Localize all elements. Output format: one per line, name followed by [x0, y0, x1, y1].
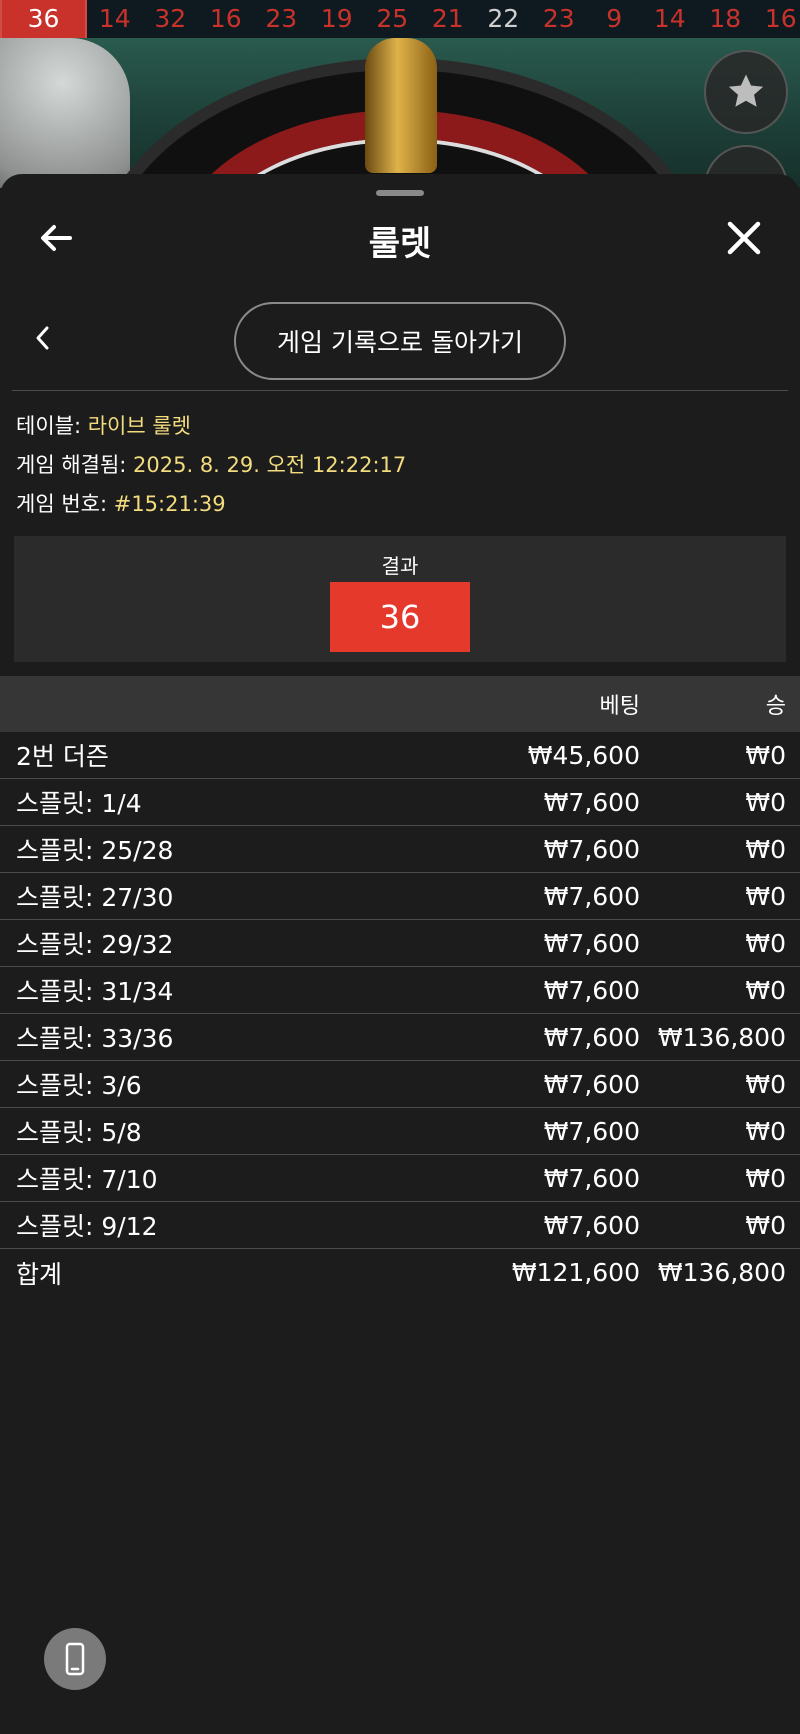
cell-name: 스플릿: 33/36	[16, 1024, 174, 1053]
total-win: ₩136,800	[657, 1258, 786, 1287]
favorite-button[interactable]	[704, 50, 788, 134]
cell-name: 스플릿: 25/28	[16, 836, 174, 865]
cell-win: ₩0	[745, 834, 786, 864]
cell-win: ₩0	[745, 1116, 786, 1146]
cell-bet: ₩7,600	[543, 881, 640, 911]
cell-name: 스플릿: 29/32	[16, 930, 174, 959]
table-row: 스플릿: 27/30 ₩7,600 ₩0	[0, 873, 800, 920]
star-icon	[728, 74, 764, 107]
cell-bet: ₩7,600	[543, 1116, 640, 1146]
game-number-label: 게임 번호:	[16, 492, 114, 516]
table-row: 스플릿: 9/12 ₩7,600 ₩0	[0, 1202, 800, 1249]
recent-number: 9	[606, 4, 623, 33]
recent-number: 36	[0, 0, 87, 40]
recent-number: 22	[487, 4, 520, 33]
page-title: 룰렛	[368, 224, 432, 264]
table-row: 스플릿: 3/6 ₩7,600 ₩0	[0, 1061, 800, 1108]
live-video-background	[0, 38, 800, 188]
back-to-history-button[interactable]: 게임 기록으로 돌아가기	[234, 302, 566, 380]
cell-win: ₩0	[745, 975, 786, 1005]
recent-number: 18	[709, 4, 742, 33]
cell-bet: ₩7,600	[543, 1022, 640, 1052]
table-row: 스플릿: 5/8 ₩7,600 ₩0	[0, 1108, 800, 1155]
cell-bet: ₩7,600	[543, 787, 640, 817]
cell-win: ₩0	[745, 1210, 786, 1240]
recent-number: 16	[209, 4, 242, 33]
cell-win: ₩136,800	[657, 1022, 786, 1052]
cell-win: ₩0	[745, 1069, 786, 1099]
table-row: 스플릿: 25/28 ₩7,600 ₩0	[0, 826, 800, 873]
result-panel: 결과 36	[14, 536, 786, 662]
game-history-sheet: 룰렛 게임 기록으로 돌아가기 테이블: 라이브 룰렛 게임 해결됨: 2025…	[0, 174, 800, 1734]
dealer-arm	[0, 38, 130, 188]
resolved-info-value: 2025. 8. 29. 오전 12:22:17	[133, 453, 407, 477]
recent-number: 32	[154, 4, 187, 33]
table-info-value: 라이브 룰렛	[87, 414, 191, 438]
cell-name: 스플릿: 3/6	[16, 1071, 142, 1100]
sheet-grabber[interactable]	[376, 190, 424, 196]
header-bet: 베팅	[599, 694, 640, 719]
table-info-label: 테이블:	[16, 414, 88, 438]
table-row: 스플릿: 33/36 ₩7,600 ₩136,800	[0, 1014, 800, 1061]
recent-number: 21	[431, 4, 464, 33]
table-total-row: 합계 ₩121,600 ₩136,800	[0, 1249, 800, 1296]
cell-win: ₩0	[745, 787, 786, 817]
table-row: 2번 더즌 ₩45,600 ₩0	[0, 732, 800, 779]
divider	[12, 390, 788, 391]
cell-bet: ₩7,600	[543, 1163, 640, 1193]
total-label: 합계	[16, 1259, 63, 1289]
table-row: 스플릿: 7/10 ₩7,600 ₩0	[0, 1155, 800, 1202]
recent-number: 14	[98, 4, 131, 33]
header-win: 승	[765, 694, 786, 719]
device-orientation-button[interactable]	[44, 1628, 106, 1690]
recent-number: 23	[542, 4, 575, 33]
cell-win: ₩0	[745, 928, 786, 958]
cell-bet: ₩7,600	[543, 834, 640, 864]
recent-number: 19	[320, 4, 353, 33]
cell-win: ₩0	[745, 740, 786, 770]
recent-number: 23	[265, 4, 298, 33]
cell-name: 스플릿: 27/30	[16, 883, 174, 912]
resolved-info: 게임 해결됨: 2025. 8. 29. 오전 12:22:17	[16, 449, 406, 479]
phone-icon	[65, 1642, 85, 1676]
cell-bet: ₩7,600	[543, 1210, 640, 1240]
recent-number: 16	[764, 4, 797, 33]
cell-name: 스플릿: 7/10	[16, 1165, 158, 1194]
cell-win: ₩0	[745, 1163, 786, 1193]
result-number-badge: 36	[330, 582, 470, 652]
bets-table: 베팅 승 2번 더즌 ₩45,600 ₩0 스플릿: 1/4 ₩7,600 ₩0 스플릿: …	[0, 676, 800, 1296]
total-bet: ₩121,600	[511, 1258, 640, 1287]
result-label: 결과	[381, 554, 419, 578]
table-info: 테이블: 라이브 룰렛	[16, 410, 191, 440]
roulette-wheel-turret	[365, 38, 437, 173]
cell-bet: ₩45,600	[527, 740, 640, 770]
game-number-info: 게임 번호: #15:21:39	[16, 488, 226, 518]
table-row: 스플릿: 1/4 ₩7,600 ₩0	[0, 779, 800, 826]
cell-win: ₩0	[745, 881, 786, 911]
recent-number: 25	[376, 4, 409, 33]
recent-number: 14	[653, 4, 686, 33]
table-row: 스플릿: 29/32 ₩7,600 ₩0	[0, 920, 800, 967]
cell-bet: ₩7,600	[543, 928, 640, 958]
resolved-info-label: 게임 해결됨:	[16, 453, 134, 477]
cell-name: 2번 더즌	[16, 742, 109, 771]
table-header: 베팅 승	[0, 676, 800, 732]
cell-name: 스플릿: 9/12	[16, 1212, 158, 1241]
cell-bet: ₩7,600	[543, 975, 640, 1005]
cell-name: 스플릿: 31/34	[16, 977, 174, 1006]
cell-name: 스플릿: 1/4	[16, 789, 142, 818]
chevron-left-icon[interactable]	[32, 324, 54, 352]
cell-name: 스플릿: 5/8	[16, 1118, 142, 1147]
recent-numbers-strip: 36 14 32 16 23 19 25 21 22 23 9 14 18 16	[0, 0, 800, 40]
table-row: 스플릿: 31/34 ₩7,600 ₩0	[0, 967, 800, 1014]
cell-bet: ₩7,600	[543, 1069, 640, 1099]
game-number-value: #15:21:39	[113, 492, 226, 516]
close-icon[interactable]	[726, 220, 762, 256]
